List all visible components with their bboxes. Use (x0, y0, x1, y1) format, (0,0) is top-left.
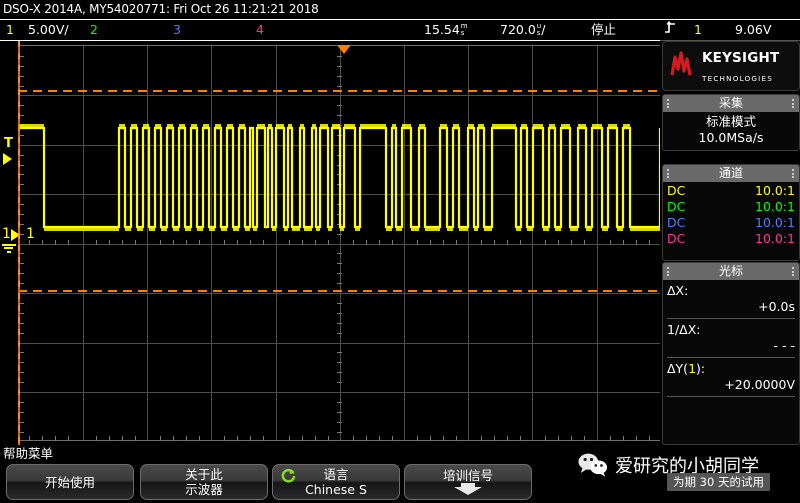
ground-ref-channel-number: 1 (2, 226, 11, 242)
table-row[interactable]: DC 10.0:1 (667, 183, 795, 199)
channel-2-indicator[interactable]: 2 (90, 21, 98, 39)
trigger-level-value[interactable]: 9.06V (735, 21, 771, 39)
keysight-brand: KEYSIGHT (702, 50, 780, 66)
channel-3-probe: 10.0:1 (755, 215, 795, 230)
grip-right-icon (792, 267, 795, 276)
table-row[interactable]: DC 10.0:1 (667, 215, 795, 231)
cursor-y2-line[interactable] (18, 290, 660, 292)
trigger-source[interactable]: 1 (694, 21, 702, 39)
channel-3-coupling: DC (667, 215, 686, 230)
cursor-inv-dx-label: 1/ΔX: (667, 322, 701, 337)
cursor-dy-value: +20.0000V (724, 377, 795, 392)
softkey-language-label: 语言 (323, 467, 349, 482)
channel-2-probe: 10.0:1 (755, 199, 795, 214)
oscilloscope-screen: DSO-X 2014A, MY54020771: Fri Oct 26 11:2… (0, 0, 800, 503)
keysight-wordmark: KEYSIGHT TECHNOLOGIES (702, 47, 799, 85)
keysight-wave-logo-icon (668, 49, 698, 83)
table-row[interactable]: DC 10.0:1 (667, 231, 795, 247)
softkey-language[interactable]: 语言 Chinese S (272, 464, 400, 500)
channel-4-probe: 10.0:1 (755, 231, 795, 246)
cursor-dx-value: +0.0s (758, 299, 795, 314)
channel-1-label: 1 (26, 226, 35, 242)
horizontal-delay[interactable]: 15.54 m s (424, 21, 468, 39)
keysight-tagline: TECHNOLOGIES (702, 74, 773, 83)
channel-3-indicator[interactable]: 3 (173, 21, 181, 39)
softkey-training-signals[interactable]: 培训信号 (404, 464, 532, 500)
grip-left-icon (667, 267, 670, 276)
channels-panel-header[interactable]: 通道 (663, 165, 799, 182)
ground-symbol-icon (1, 242, 16, 253)
divider (667, 357, 795, 358)
cursors-panel-title: 光标 (718, 264, 743, 278)
rotary-knob-icon (281, 468, 296, 486)
timebase-value: 720.0 (500, 22, 536, 37)
divider (667, 396, 795, 397)
acquire-panel-body: 标准模式 10.0MSa/s (663, 112, 799, 148)
divider (667, 318, 795, 319)
menu-title: 帮助菜单 (3, 446, 54, 461)
channel-1-probe: 10.0:1 (755, 183, 795, 198)
timebase-scale[interactable]: 720.0 u s / (500, 21, 545, 39)
trigger-level-arrow-icon[interactable] (3, 153, 12, 165)
softkey-about-line1: 关于此 (185, 467, 223, 482)
wechat-logo-icon (578, 452, 608, 481)
softkey-about-line2: 示波器 (185, 482, 223, 497)
right-sidebar: KEYSIGHT TECHNOLOGIES 采集 标准模式 10.0MSa/s (662, 41, 800, 445)
waveform-display-area[interactable]: T 1 1 (0, 41, 660, 445)
softkey-getting-started-label: 开始使用 (44, 474, 95, 490)
timebase-slash: / (541, 22, 546, 37)
horizontal-delay-value: 15.54 (424, 22, 460, 37)
channel-1-trace (19, 124, 660, 231)
grip-right-icon (792, 169, 795, 178)
timebase-unit: us (536, 21, 542, 37)
trial-notice-tooltip: 为期 30 天的试用 (667, 473, 770, 491)
table-row[interactable]: DC 10.0:1 (667, 199, 795, 215)
channel-1-indicator[interactable]: 1 (6, 21, 14, 39)
cursor-inv-dx-value: - - - (773, 338, 795, 353)
acquire-mode-row: 标准模式 (667, 114, 795, 130)
sample-rate: 10.0MSa/s (698, 130, 764, 145)
cursors-panel-header[interactable]: 光标 (663, 263, 799, 280)
softkey-training-label: 培训信号 (442, 467, 493, 483)
trigger-position-line[interactable] (18, 41, 20, 445)
channels-panel-title: 通道 (718, 166, 743, 180)
channels-panel[interactable]: 通道 DC 10.0:1 DC 10.0:1 DC 10.0:1 DC 10.0… (662, 164, 800, 261)
acquire-panel[interactable]: 采集 标准模式 10.0MSa/s (662, 94, 800, 151)
run-state-label[interactable]: 停止 (591, 21, 616, 39)
acquire-mode: 标准模式 (705, 114, 756, 129)
down-arrow-icon (451, 482, 485, 497)
channel-4-coupling: DC (667, 231, 686, 246)
cursor-y1-line[interactable] (18, 90, 660, 92)
status-bar: 1 5.00V/ 2 3 4 15.54 m s 720.0 u s / 停止 1 9.0… (0, 20, 800, 40)
softkey-about-oscilloscope[interactable]: 关于此 示波器 (140, 464, 268, 500)
cursor-dy-channel: 1 (688, 361, 697, 376)
channels-panel-body: DC 10.0:1 DC 10.0:1 DC 10.0:1 DC 10.0:1 (663, 182, 799, 249)
instrument-title-bar: DSO-X 2014A, MY54020771: Fri Oct 26 11:2… (0, 0, 800, 19)
grip-left-icon (667, 169, 670, 178)
softkey-language-value: Chinese S (305, 482, 367, 497)
sample-rate-row: 10.0MSa/s (667, 130, 795, 146)
cursor-dx-label: ΔX: (667, 283, 689, 298)
horizontal-delay-unit: ms (460, 21, 468, 37)
trigger-position-marker-icon[interactable] (337, 45, 351, 54)
softkey-getting-started[interactable]: 开始使用 (6, 464, 134, 500)
cursors-panel[interactable]: 光标 ΔX: +0.0s 1/ΔX: - - - ΔY(1): +20.0000… (662, 262, 800, 445)
keysight-logo: KEYSIGHT TECHNOLOGIES (662, 41, 800, 91)
channel-1-coupling: DC (667, 183, 686, 198)
cursor-dy-label: ΔY(1): (667, 361, 706, 376)
channel-2-coupling: DC (667, 199, 686, 214)
grip-right-icon (792, 99, 795, 108)
trigger-level-label: T (4, 136, 13, 151)
trigger-edge-rising-icon (664, 20, 677, 39)
acquire-panel-title: 采集 (718, 96, 743, 110)
acquire-panel-header[interactable]: 采集 (663, 95, 799, 112)
grip-left-icon (667, 99, 670, 108)
cursors-panel-body: ΔX: +0.0s 1/ΔX: - - - ΔY(1): +20.0000V (663, 283, 799, 397)
channel-4-indicator[interactable]: 4 (256, 21, 264, 39)
channel-1-scale[interactable]: 5.00V/ (28, 21, 69, 39)
